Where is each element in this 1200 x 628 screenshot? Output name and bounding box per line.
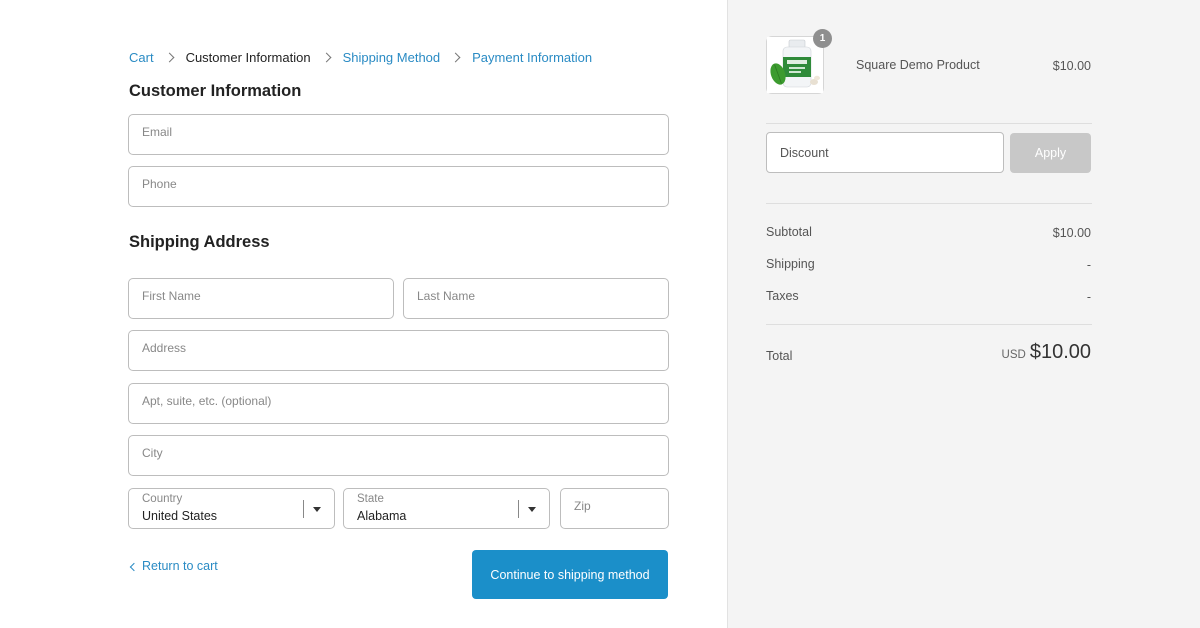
breadcrumb-customer-information: Customer Information [185,50,311,65]
apt-suite-placeholder: Apt, suite, etc. (optional) [142,394,272,408]
product-bottle-image [767,37,823,93]
discount-placeholder: Discount [780,146,829,160]
apply-button-label: Apply [1034,146,1067,160]
phone-field[interactable]: Phone [128,166,669,207]
quantity-badge: 1 [813,29,832,48]
phone-placeholder: Phone [142,177,177,191]
zip-placeholder: Zip [574,499,591,513]
continue-to-shipping-button[interactable]: Continue to shipping method [472,550,668,599]
shipping-address-heading: Shipping Address [129,233,270,251]
breadcrumb-payment-information[interactable]: Payment Information [472,50,592,65]
breadcrumb-cart[interactable]: Cart [129,50,154,65]
apt-suite-field[interactable]: Apt, suite, etc. (optional) [128,383,669,424]
return-to-cart-link[interactable]: Return to cart [129,559,218,573]
discount-field[interactable]: Discount [766,132,1004,173]
chevron-right-icon [164,52,175,63]
taxes-label: Taxes [766,289,799,303]
chevron-right-icon [321,52,332,63]
subtotal-label: Subtotal [766,225,812,239]
order-summary-panel: 1 Square Demo Product $10.00 Discount Ap… [727,0,1200,628]
caret-down-icon [528,507,536,512]
continue-button-label: Continue to shipping method [490,567,650,582]
first-name-field[interactable]: First Name [128,278,394,319]
shipping-label: Shipping [766,257,815,271]
country-label: Country [142,493,183,505]
state-select[interactable]: State Alabama [343,488,550,529]
last-name-placeholder: Last Name [417,289,476,303]
subtotal-value: $10.00 [1052,226,1091,240]
zip-field[interactable]: Zip [560,488,669,529]
total-value: $10.00 [1029,341,1091,363]
chevron-right-icon [450,52,461,63]
shipping-value: - [1086,258,1091,272]
state-label: State [357,493,384,505]
country-select[interactable]: Country United States [128,488,335,529]
breadcrumb-shipping-method[interactable]: Shipping Method [343,50,441,65]
address-field[interactable]: Address [128,330,669,371]
checkout-form-panel: Cart Customer Information Shipping Metho… [0,0,727,628]
address-placeholder: Address [142,341,187,355]
city-placeholder: City [142,446,163,460]
apply-discount-button[interactable]: Apply [1010,133,1091,173]
return-to-cart-label: Return to cart [142,559,218,573]
divider [766,324,1092,325]
last-name-field[interactable]: Last Name [403,278,669,319]
divider [766,203,1092,204]
product-price: $10.00 [1052,59,1091,73]
first-name-placeholder: First Name [142,289,201,303]
email-field[interactable]: Email [128,114,669,155]
select-divider [303,500,304,518]
breadcrumb: Cart Customer Information Shipping Metho… [129,50,592,65]
chevron-left-icon [129,562,139,571]
country-value: United States [142,509,218,523]
product-name: Square Demo Product [856,58,980,72]
total-currency: USD [1001,349,1026,361]
email-placeholder: Email [142,125,173,139]
select-divider [518,500,519,518]
total-amount: USD $10.00 [1002,341,1091,364]
city-field[interactable]: City [128,435,669,476]
total-label: Total [766,349,793,363]
taxes-value: - [1086,290,1091,304]
divider [766,123,1092,124]
caret-down-icon [313,507,321,512]
state-value: Alabama [357,509,407,523]
customer-information-heading: Customer Information [129,82,302,100]
